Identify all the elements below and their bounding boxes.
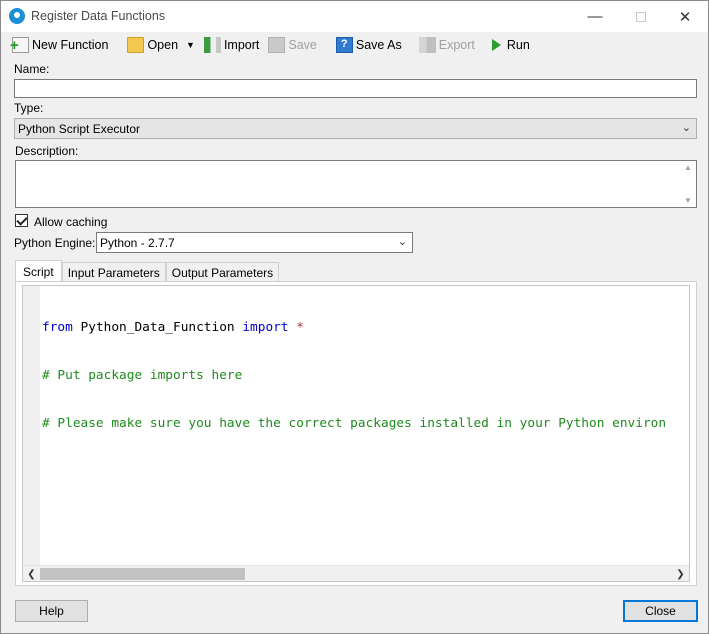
name-label: Name: <box>14 62 50 76</box>
name-field[interactable] <box>14 79 697 98</box>
export-label: Export <box>438 38 475 52</box>
scroll-right-icon[interactable]: ❯ <box>672 566 689 581</box>
minimize-button[interactable]: — <box>572 1 618 32</box>
export-button[interactable]: Export <box>416 34 478 56</box>
import-button[interactable]: Import <box>201 34 262 56</box>
toolbar: New Function Open ▼ Import Save Save As … <box>9 34 536 56</box>
python-engine-label: Python Engine: <box>14 236 96 250</box>
minimize-icon: — <box>587 8 603 25</box>
register-data-functions-dialog: Register Data Functions — ✕ New Function… <box>0 0 709 634</box>
module-name: Python_Data_Function <box>72 320 243 335</box>
app-logo-icon <box>9 8 25 24</box>
export-icon <box>418 37 436 53</box>
keyword-from: from <box>42 320 73 335</box>
save-as-icon <box>335 37 353 53</box>
help-button[interactable]: Help <box>15 600 88 622</box>
run-label: Run <box>506 38 530 52</box>
close-button[interactable]: Close <box>623 600 698 622</box>
window-title: Register Data Functions <box>31 9 166 23</box>
save-as-button[interactable]: Save As <box>333 34 405 56</box>
description-label: Description: <box>15 144 79 158</box>
allow-caching-checkbox[interactable] <box>15 214 28 227</box>
help-label: Help <box>39 604 64 618</box>
scroll-left-icon[interactable]: ❮ <box>23 566 40 581</box>
code-line: from Python_Data_Function import * <box>42 320 666 336</box>
import-label: Import <box>223 38 260 52</box>
tab-input-parameters-label: Input Parameters <box>67 265 160 280</box>
folder-open-icon <box>127 37 145 53</box>
editor-gutter <box>23 286 40 565</box>
tab-script-label: Script <box>23 265 54 279</box>
scroll-up-icon: ▲ <box>684 163 692 172</box>
scrollbar-thumb[interactable] <box>40 568 245 580</box>
maximize-button <box>618 1 664 32</box>
import-star: * <box>288 320 304 335</box>
tab-strip: Script Input Parameters Output Parameter… <box>15 260 280 283</box>
save-icon <box>268 37 286 53</box>
horizontal-scrollbar[interactable]: ❮ ❯ <box>23 565 689 581</box>
close-label: Close <box>645 604 676 618</box>
open-label: Open <box>147 38 179 52</box>
maximize-icon <box>636 11 646 22</box>
code-area[interactable]: from Python_Data_Function import * # Put… <box>42 288 666 464</box>
keyword-import: import <box>242 320 289 335</box>
type-selected-value: Python Script Executor <box>18 121 141 136</box>
description-field[interactable] <box>15 160 697 208</box>
new-function-label: New Function <box>32 38 109 52</box>
type-select[interactable]: Python Script Executor ⌄ <box>14 118 697 139</box>
chevron-down-icon: ⌄ <box>397 236 407 248</box>
run-button[interactable]: Run <box>485 34 533 56</box>
tab-script[interactable]: Script <box>15 260 62 283</box>
new-function-button[interactable]: New Function <box>9 34 111 56</box>
import-icon <box>203 37 221 53</box>
description-scrollbar[interactable]: ▲ ▼ <box>682 163 694 205</box>
play-icon <box>491 39 501 51</box>
dropdown-arrow-icon[interactable]: ▼ <box>186 40 195 50</box>
code-comment-line: # Put package imports here <box>42 368 243 383</box>
close-icon: ✕ <box>678 8 692 26</box>
scroll-down-icon: ▼ <box>684 196 692 205</box>
tab-output-parameters[interactable]: Output Parameters <box>165 262 280 282</box>
type-label: Type: <box>14 101 44 115</box>
engine-selected-value: Python - 2.7.7 <box>100 235 175 250</box>
save-as-label: Save As <box>355 38 402 52</box>
chevron-down-icon: ⌄ <box>681 122 691 134</box>
allow-caching-label: Allow caching <box>34 215 108 229</box>
open-button[interactable]: Open ▼ <box>124 34 198 56</box>
code-comment-line: # Please make sure you have the correct … <box>42 416 667 431</box>
python-engine-select[interactable]: Python - 2.7.7 ⌄ <box>96 232 413 253</box>
tab-output-parameters-label: Output Parameters <box>171 265 274 280</box>
script-editor[interactable]: from Python_Data_Function import * # Put… <box>22 285 690 582</box>
save-button[interactable]: Save <box>265 34 320 56</box>
new-function-icon <box>10 37 29 53</box>
save-label: Save <box>288 38 317 52</box>
title-bar: Register Data Functions — ✕ <box>1 1 708 32</box>
tab-input-parameters[interactable]: Input Parameters <box>61 262 166 282</box>
close-window-button[interactable]: ✕ <box>662 1 708 32</box>
